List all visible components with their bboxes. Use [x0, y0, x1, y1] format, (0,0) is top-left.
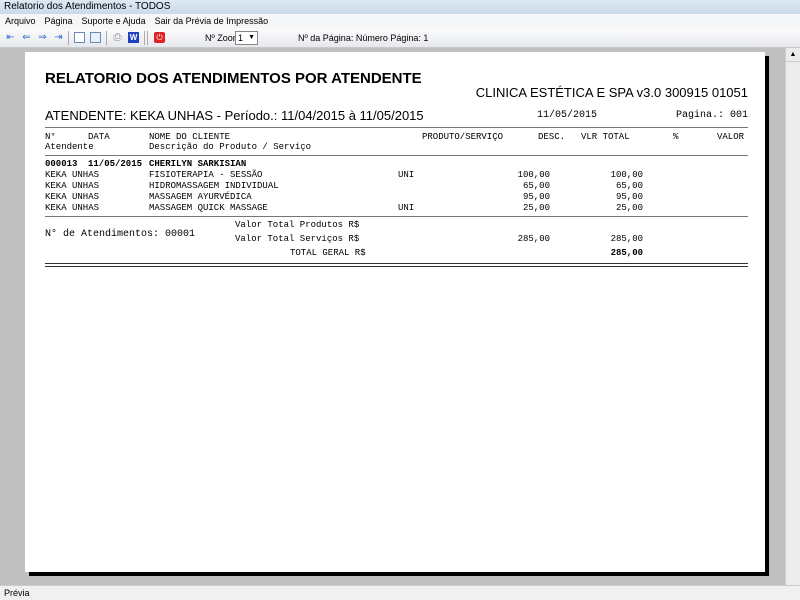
header-pct: % — [673, 132, 679, 142]
menu-suporte[interactable]: Suporte e Ajuda — [82, 16, 146, 26]
window-title: Relatorio dos Atendimentos - TODOS — [0, 0, 800, 14]
item-description: MASSAGEM AYURVÉDICA — [149, 192, 252, 202]
item-total: 100,00 — [610, 170, 643, 180]
header-description: Descrição do Produto / Serviço — [149, 142, 312, 152]
chevron-down-icon: ▼ — [248, 34, 255, 41]
single-page-icon[interactable] — [74, 32, 85, 43]
page-info: Nº da Página: Número Página: 1 — [298, 33, 429, 43]
menu-sair-previa[interactable]: Sair da Prévia de Impressão — [155, 16, 269, 26]
item-description: HIDROMASSAGEM INDIVIDUAL — [149, 181, 279, 191]
page-number: Pagina.: 001 — [675, 110, 748, 121]
report-page: RELATORIO DOS ATENDIMENTOS POR ATENDENTE… — [25, 52, 765, 572]
products-total-label: Valor Total Produtos R$ — [235, 220, 360, 230]
item-description: FISIOTERAPIA - SESSÃO — [149, 170, 263, 180]
menu-arquivo[interactable]: Arquivo — [5, 16, 36, 26]
menu-pagina[interactable]: Página — [45, 16, 73, 26]
item-unit: UNI — [398, 203, 415, 213]
zoom-value: 1 — [238, 33, 244, 43]
item-unit: UNI — [398, 170, 415, 180]
print-icon[interactable]: ⎙ — [112, 32, 123, 43]
item-value: 65,00 — [522, 181, 550, 191]
two-page-icon[interactable] — [90, 32, 101, 43]
item-attendant: KEKA UNHAS — [45, 192, 100, 202]
last-page-icon[interactable]: ⇥ — [53, 32, 64, 43]
grand-total-label: TOTAL GERAL R$ — [290, 248, 366, 258]
close-preview-icon[interactable]: ⏻ — [154, 32, 165, 43]
item-attendant: KEKA UNHAS — [45, 203, 100, 213]
record-client: CHERILYN SARKISIAN — [149, 159, 247, 169]
services-total: 285,00 — [610, 234, 643, 244]
item-value: 100,00 — [517, 170, 550, 180]
word-export-icon[interactable]: W — [128, 32, 139, 43]
report-date: 11/05/2015 — [537, 110, 598, 121]
zoom-select[interactable]: 1 ▼ — [235, 31, 258, 45]
item-value: 95,00 — [522, 192, 550, 202]
item-total: 65,00 — [615, 181, 643, 191]
company-name: CLINICA ESTÉTICA E SPA v3.0 300915 01051 — [475, 85, 748, 100]
menu-bar: Arquivo Página Suporte e Ajuda Sair da Prév… — [0, 14, 800, 28]
prev-page-icon[interactable]: ⇐ — [21, 32, 32, 43]
item-description: MASSAGEM QUICK MASSAGE — [149, 203, 268, 213]
next-page-icon[interactable]: ⇒ — [37, 32, 48, 43]
item-value: 25,00 — [522, 203, 550, 213]
record-date: 11/05/2015 — [88, 159, 143, 169]
attendant-period: ATENDENTE: KEKA UNHAS - Período.: 11/04/… — [45, 108, 424, 123]
item-total: 25,00 — [615, 203, 643, 213]
attendance-count: N° de Atendimentos: 00001 — [45, 229, 196, 240]
vertical-scrollbar[interactable]: ▲ — [785, 48, 800, 585]
first-page-icon[interactable]: ⇤ — [5, 32, 16, 43]
item-total: 95,00 — [615, 192, 643, 202]
grand-total: 285,00 — [610, 248, 643, 258]
header-valor: VALOR — [717, 132, 745, 142]
item-attendant: KEKA UNHAS — [45, 170, 100, 180]
item-attendant: KEKA UNHAS — [45, 181, 100, 191]
toolbar: ⇤ ⇐ ⇒ ⇥ ⎙ W ⏻ Nº Zoom 1 ▼ Nº da Página: N… — [0, 28, 800, 48]
report-title: RELATORIO DOS ATENDIMENTOS POR ATENDENTE — [45, 70, 422, 87]
record-num: 000013 — [45, 159, 78, 169]
header-attendant: Atendente — [45, 142, 94, 152]
services-value: 285,00 — [517, 234, 550, 244]
header-product: PRODUTO/SERVIÇO — [422, 132, 504, 142]
status-bar: Prévia — [0, 585, 800, 600]
header-total: VLR TOTAL — [581, 132, 630, 142]
services-total-label: Valor Total Serviços R$ — [235, 234, 360, 244]
header-desc: DESC. — [538, 132, 566, 142]
